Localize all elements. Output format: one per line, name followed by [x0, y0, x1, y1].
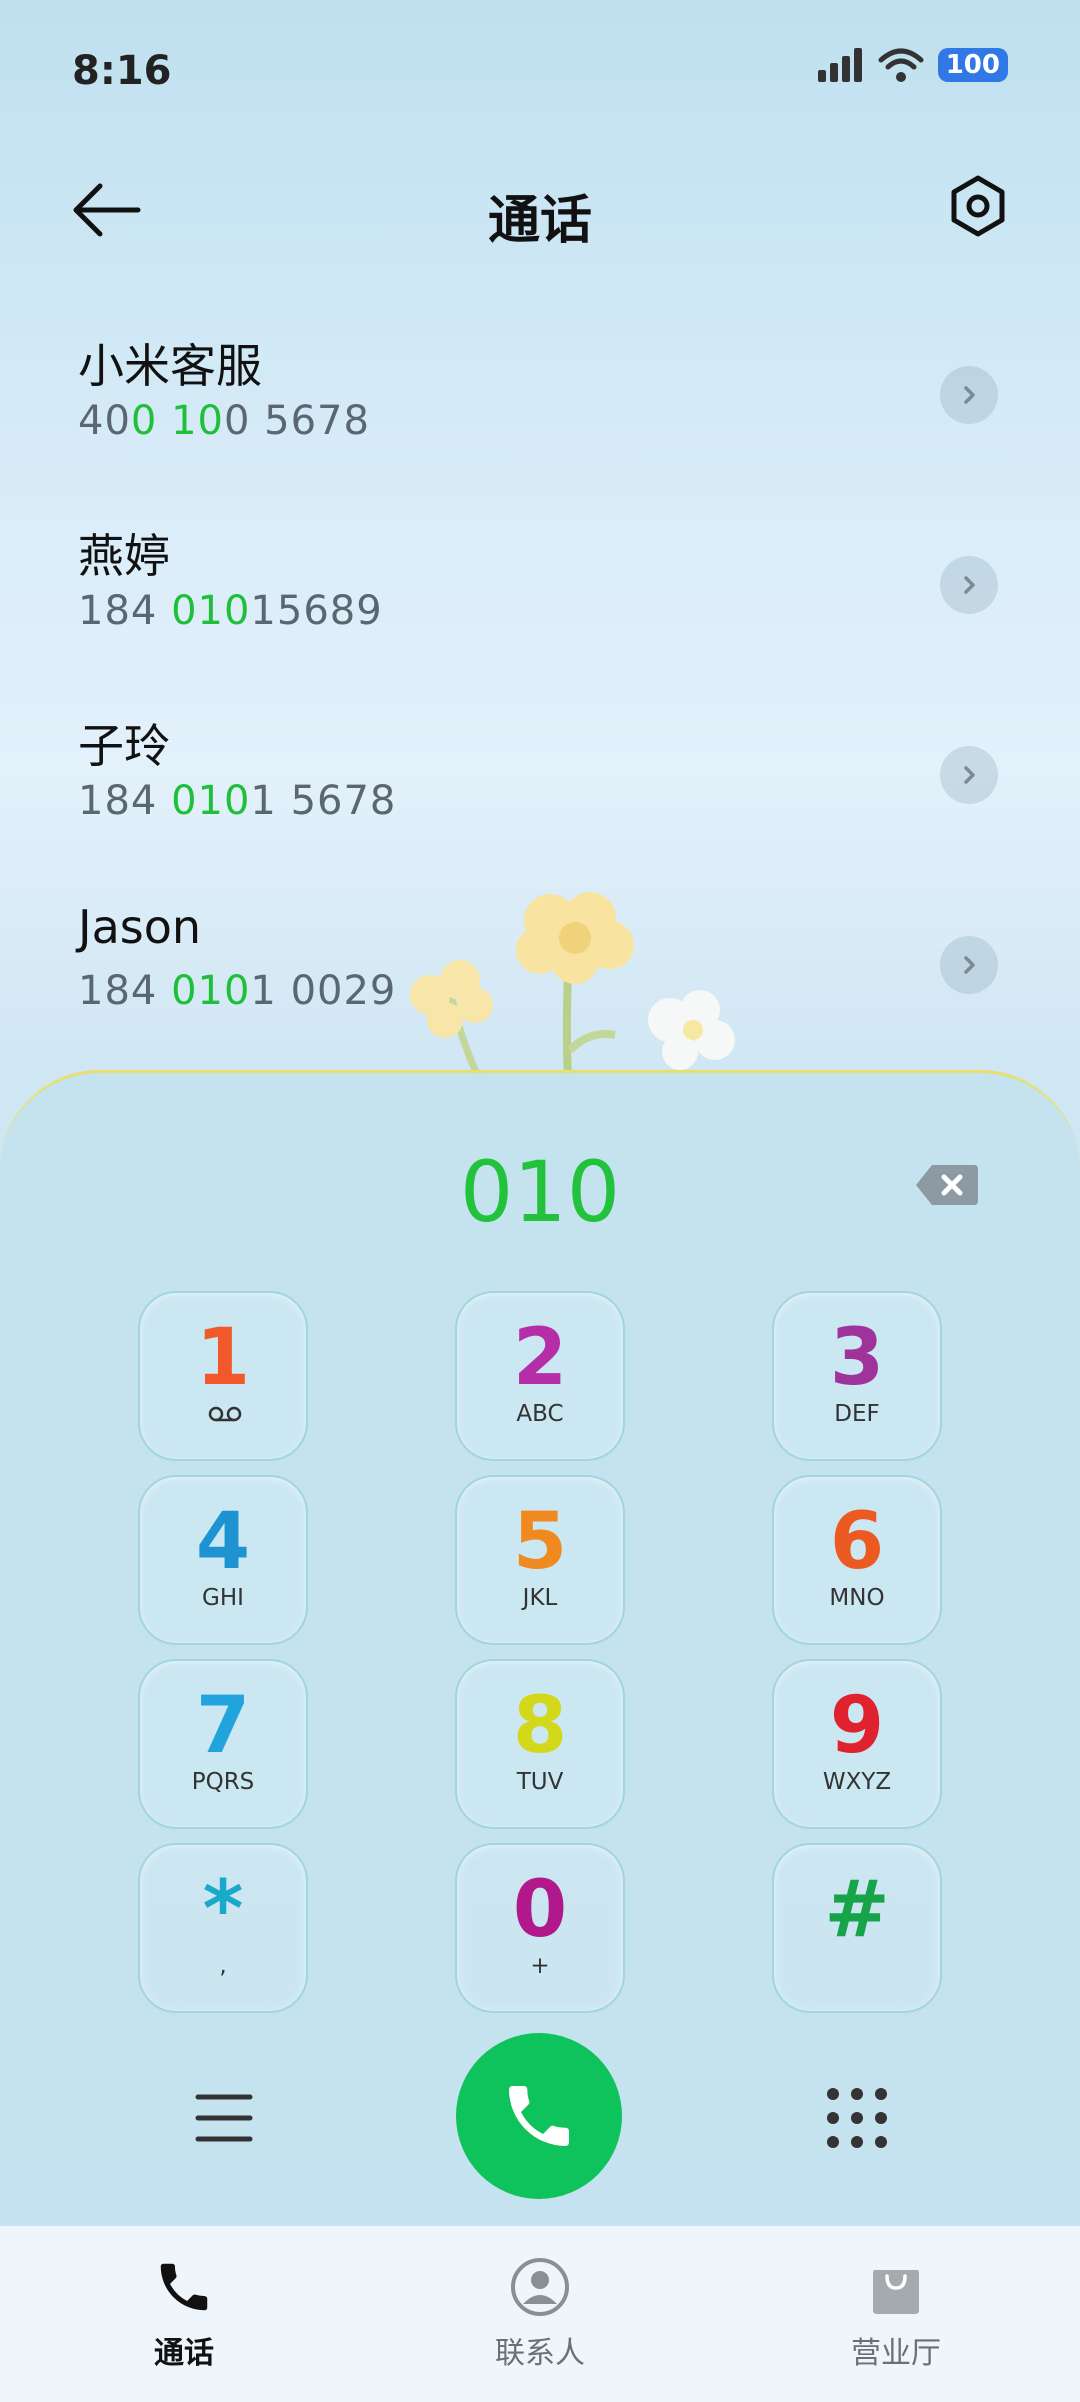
voicemail-icon	[208, 1406, 242, 1422]
key-8[interactable]: 8 TUV	[455, 1659, 625, 1829]
key-digit: 1	[195, 1313, 251, 1403]
dial-actions	[0, 2033, 1080, 2203]
key-0[interactable]: 0 +	[455, 1843, 625, 2013]
contact-number: 184 01015689	[78, 588, 383, 634]
key-3[interactable]: 3 DEF	[772, 1291, 942, 1461]
nav-calls[interactable]: 通话	[74, 2256, 294, 2372]
signal-icon	[817, 48, 862, 82]
bottom-nav: 通话 联系人 营业厅	[0, 2226, 1080, 2402]
key-digit: *	[202, 1865, 244, 1955]
chevron-right-icon[interactable]	[940, 746, 998, 804]
nav-store[interactable]: 营业厅	[786, 2256, 1006, 2372]
shopping-bag-icon	[873, 2270, 919, 2314]
dialpad-grid-icon[interactable]	[822, 2083, 892, 2153]
nav-label: 通话	[154, 2336, 214, 2371]
contact-name: Jason	[78, 900, 202, 954]
battery-indicator: 100	[937, 48, 1008, 82]
nav-label: 联系人	[495, 2336, 585, 2371]
status-bar: 8:16 100	[0, 0, 1080, 150]
nav-label: 营业厅	[851, 2336, 941, 2371]
key-digit: 7	[195, 1681, 251, 1771]
key-digit: #	[824, 1865, 890, 1955]
contact-item[interactable]: 子玲 184 0101 5678	[0, 710, 1080, 900]
nav-contacts[interactable]: 联系人	[430, 2256, 650, 2372]
key-star[interactable]: * ,	[138, 1843, 308, 2013]
key-hash[interactable]: #	[772, 1843, 942, 2013]
chevron-right-icon[interactable]	[940, 366, 998, 424]
key-4[interactable]: 4 GHI	[138, 1475, 308, 1645]
key-letters: +	[530, 1953, 550, 1979]
contact-number: 184 0101 0029	[78, 968, 397, 1014]
key-6[interactable]: 6 MNO	[772, 1475, 942, 1645]
contact-item[interactable]: 小米客服 400 100 5678	[0, 330, 1080, 520]
contact-number: 400 100 5678	[78, 398, 370, 444]
key-5[interactable]: 5 JKL	[455, 1475, 625, 1645]
status-time: 8:16	[72, 48, 172, 94]
key-7[interactable]: 7 PQRS	[138, 1659, 308, 1829]
status-icons: 100	[817, 48, 1008, 82]
backspace-icon[interactable]	[914, 1163, 980, 1207]
key-letters: ABC	[516, 1401, 564, 1427]
settings-icon[interactable]	[946, 174, 1010, 238]
wifi-icon	[878, 48, 924, 82]
flower-decoration	[410, 892, 735, 1080]
contact-name: 子玲	[78, 719, 170, 773]
page-title: 通话	[487, 191, 592, 251]
key-digit: 4	[195, 1497, 251, 1587]
contact-number: 184 0101 5678	[78, 778, 397, 824]
key-1[interactable]: 1	[138, 1291, 308, 1461]
key-letters: GHI	[202, 1585, 244, 1611]
key-letters: WXYZ	[822, 1769, 892, 1795]
title-bar: 通话	[0, 160, 1080, 260]
chevron-right-icon[interactable]	[940, 936, 998, 994]
key-letters: TUV	[516, 1769, 564, 1795]
contact-item[interactable]: 燕婷 184 01015689	[0, 520, 1080, 710]
key-digit: 3	[829, 1313, 885, 1403]
person-icon	[511, 2258, 569, 2316]
key-2[interactable]: 2 ABC	[455, 1291, 625, 1461]
key-digit: 5	[512, 1497, 568, 1587]
key-digit: 9	[829, 1681, 885, 1771]
contact-name: 燕婷	[78, 529, 170, 583]
key-9[interactable]: 9 WXYZ	[772, 1659, 942, 1829]
key-letters: MNO	[829, 1585, 885, 1611]
menu-icon[interactable]	[186, 2083, 262, 2153]
key-letters: DEF	[834, 1401, 880, 1427]
contact-name: 小米客服	[78, 339, 262, 393]
phone-icon	[160, 2263, 208, 2311]
key-letters: PQRS	[191, 1769, 255, 1795]
call-button[interactable]	[456, 2033, 622, 2199]
key-digit: 6	[829, 1497, 885, 1587]
chevron-right-icon[interactable]	[940, 556, 998, 614]
phone-icon	[509, 2086, 569, 2146]
key-letters: JKL	[522, 1585, 558, 1611]
dial-panel: 010 1 2 ABC 3 DEF 4 GHI 5 JKL 6 MNO 7 PQ…	[0, 1070, 1080, 2233]
keypad: 1 2 ABC 3 DEF 4 GHI 5 JKL 6 MNO 7 PQRS 8…	[138, 1291, 942, 2013]
key-digit: 2	[512, 1313, 568, 1403]
key-letters: ,	[219, 1953, 227, 1979]
key-digit: 0	[512, 1865, 568, 1955]
key-digit: 8	[512, 1681, 568, 1771]
